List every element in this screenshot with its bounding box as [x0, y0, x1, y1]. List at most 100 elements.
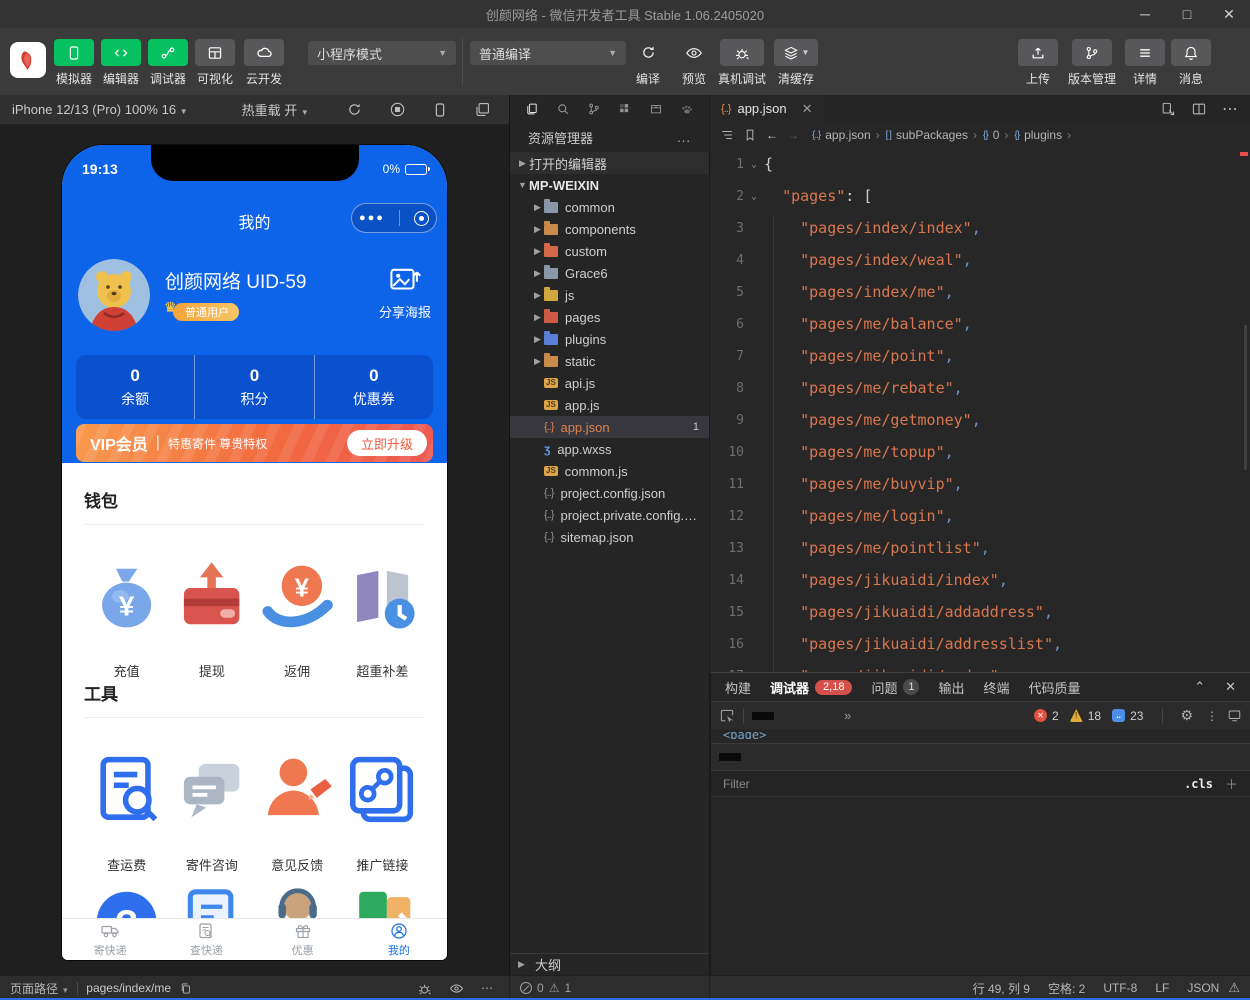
encoding[interactable]: UTF-8: [1094, 981, 1146, 995]
preview-eye-icon[interactable]: [449, 981, 464, 996]
code-line[interactable]: 13 ⌄ "pages/me/pointlist",: [710, 532, 1250, 564]
tree-item[interactable]: JS common.js: [510, 460, 709, 482]
warning-count[interactable]: 18: [1088, 709, 1101, 723]
upgrade-button[interactable]: 立即升级: [347, 430, 427, 456]
tree-item[interactable]: {..} project.private.config.js...: [510, 504, 709, 526]
add-style-icon[interactable]: ＋: [1225, 774, 1238, 793]
editor-more-button[interactable]: ⋯: [1222, 99, 1238, 119]
device-frame-icon[interactable]: [1227, 708, 1242, 723]
more-actions-button[interactable]: ...: [677, 130, 691, 145]
code-line[interactable]: 9 ⌄ "pages/me/getmoney",: [710, 404, 1250, 436]
code-line[interactable]: 1 ⌄ {: [710, 148, 1250, 180]
code-line[interactable]: 6 ⌄ "pages/me/balance",: [710, 308, 1250, 340]
device-debug-button[interactable]: 真机调试: [714, 39, 770, 87]
hot-reload-toggle[interactable]: 热重载 开 ▼: [242, 100, 309, 119]
device-select[interactable]: iPhone 12/13 (Pro) 100% 16 ▼: [12, 102, 188, 117]
breadcrumb-item[interactable]: {} 0 ›: [983, 128, 1008, 142]
code-line[interactable]: 14 ⌄ "pages/jikuaidi/index",: [710, 564, 1250, 596]
code-line[interactable]: 10 ⌄ "pages/me/topup",: [710, 436, 1250, 468]
multi-window-icon[interactable]: [474, 101, 491, 118]
inspector-tab[interactable]: [719, 753, 741, 761]
more-menu-button[interactable]: ●●●: [359, 213, 385, 224]
version-control-button[interactable]: 版本管理: [1063, 39, 1121, 87]
breadcrumb-item[interactable]: {} plugins ›: [1014, 128, 1071, 142]
wxml-tree-clipped-node[interactable]: <page>: [711, 729, 1250, 739]
close-miniprogram-button[interactable]: [414, 211, 429, 226]
page-path-select[interactable]: 页面路径 ▼: [10, 980, 69, 997]
language-mode[interactable]: JSON: [1178, 981, 1228, 995]
tree-item[interactable]: ▶ custom: [510, 240, 709, 262]
grid-item[interactable]: 提现: [169, 543, 254, 654]
rotate-device-icon[interactable]: [432, 102, 448, 118]
maximize-button[interactable]: □: [1166, 0, 1208, 28]
grid-item[interactable]: 寄件咨询: [169, 736, 254, 847]
tree-item[interactable]: JS app.js: [510, 394, 709, 416]
cursor-position[interactable]: 行 49, 列 9: [964, 980, 1039, 997]
tree-item[interactable]: ▶ common: [510, 196, 709, 218]
details-button[interactable]: 详情: [1123, 39, 1167, 87]
upload-button[interactable]: 上传: [1016, 39, 1060, 87]
debugger-tab[interactable]: 终端: [983, 678, 1009, 697]
grid-item[interactable]: 超重补差: [340, 543, 425, 654]
tree-item[interactable]: ▶ pages: [510, 306, 709, 328]
code-line[interactable]: 7 ⌄ "pages/me/point",: [710, 340, 1250, 372]
more-tabs-icon[interactable]: »: [844, 708, 851, 723]
tree-item[interactable]: ▶ components: [510, 218, 709, 240]
debugger-tab[interactable]: 调试器 2,18: [770, 678, 852, 697]
grid-item[interactable]: ¥ 返佣: [255, 543, 340, 654]
tree-item[interactable]: ʒ app.wxss: [510, 438, 709, 460]
project-root-row[interactable]: ▼ MP-WEIXIN: [510, 174, 709, 196]
filter-input[interactable]: Filter: [723, 777, 750, 791]
tree-item[interactable]: ▶ static: [510, 350, 709, 372]
devtools-tab[interactable]: [774, 712, 796, 720]
debugger-tab[interactable]: 问题 1: [871, 678, 919, 697]
code-area[interactable]: 1 ⌄ { 2 ⌄ "pages": [ 3 ⌄ "pages/index/in…: [710, 148, 1250, 672]
eol-type[interactable]: LF: [1146, 981, 1178, 995]
tester-icon[interactable]: [680, 101, 694, 117]
grid-item[interactable]: 联系客服: [255, 866, 340, 919]
tree-item[interactable]: ▶ Grace6: [510, 262, 709, 284]
editor-tab-appjson[interactable]: {..} app.json ✕: [710, 95, 824, 122]
devtools-tab[interactable]: [818, 712, 840, 720]
tabbar-item[interactable]: 寄快递: [62, 919, 158, 960]
gear-icon[interactable]: ⚙: [1180, 707, 1193, 724]
npm-package-icon[interactable]: [649, 101, 663, 117]
copy-icon[interactable]: [179, 982, 192, 995]
code-line[interactable]: 8 ⌄ "pages/me/rebate",: [710, 372, 1250, 404]
tree-item[interactable]: ▶ js: [510, 284, 709, 306]
code-line[interactable]: 15 ⌄ "pages/jikuaidi/addaddress",: [710, 596, 1250, 628]
search-icon[interactable]: [556, 101, 570, 117]
error-count[interactable]: 2: [1052, 709, 1059, 723]
tree-item[interactable]: {..} sitemap.json: [510, 526, 709, 548]
split-editor-icon[interactable]: [1191, 101, 1207, 117]
debugger-tab[interactable]: 构建: [725, 678, 751, 697]
open-changes-icon[interactable]: [1160, 101, 1176, 117]
outline-list-icon[interactable]: [720, 128, 734, 142]
more-button[interactable]: ⋯: [481, 981, 493, 995]
simulator-toggle-button[interactable]: 模拟器: [52, 39, 96, 87]
tree-item[interactable]: ▶ plugins: [510, 328, 709, 350]
minimize-button[interactable]: ─: [1124, 0, 1166, 28]
grid-item[interactable]: ? 帮助中心: [84, 866, 169, 919]
debugger-tab[interactable]: 输出: [938, 678, 964, 697]
code-line[interactable]: 3 ⌄ "pages/index/index",: [710, 212, 1250, 244]
mode-select[interactable]: 小程序模式▼: [308, 41, 456, 65]
code-line[interactable]: 11 ⌄ "pages/me/buyvip",: [710, 468, 1250, 500]
compile-button[interactable]: 编译: [626, 39, 670, 87]
info-count[interactable]: 23: [1130, 709, 1143, 723]
tabbar-item[interactable]: 优惠: [255, 919, 351, 960]
close-tab-icon[interactable]: ✕: [802, 101, 813, 117]
grid-item[interactable]: ¥ 充值: [84, 543, 169, 654]
avatar[interactable]: [78, 259, 150, 331]
stat-item[interactable]: 0 优惠券: [314, 355, 433, 419]
grid-item[interactable]: 意见反馈: [255, 736, 340, 847]
stat-item[interactable]: 0 余额: [76, 355, 194, 419]
editor-toggle-button[interactable]: 编辑器: [99, 39, 143, 87]
compile-mode-select[interactable]: 普通编译▼: [470, 41, 626, 65]
extensions-icon[interactable]: [618, 101, 632, 117]
vip-banner[interactable]: VIP会员 | 特惠寄件 尊贵特权 立即升级: [76, 424, 433, 462]
outline-section[interactable]: ▶ 大纲: [510, 953, 709, 975]
breadcrumb-item[interactable]: {..} app.json ›: [812, 128, 880, 142]
share-poster-button[interactable]: 分享海报: [379, 259, 431, 331]
visualization-button[interactable]: 可视化: [193, 39, 237, 87]
